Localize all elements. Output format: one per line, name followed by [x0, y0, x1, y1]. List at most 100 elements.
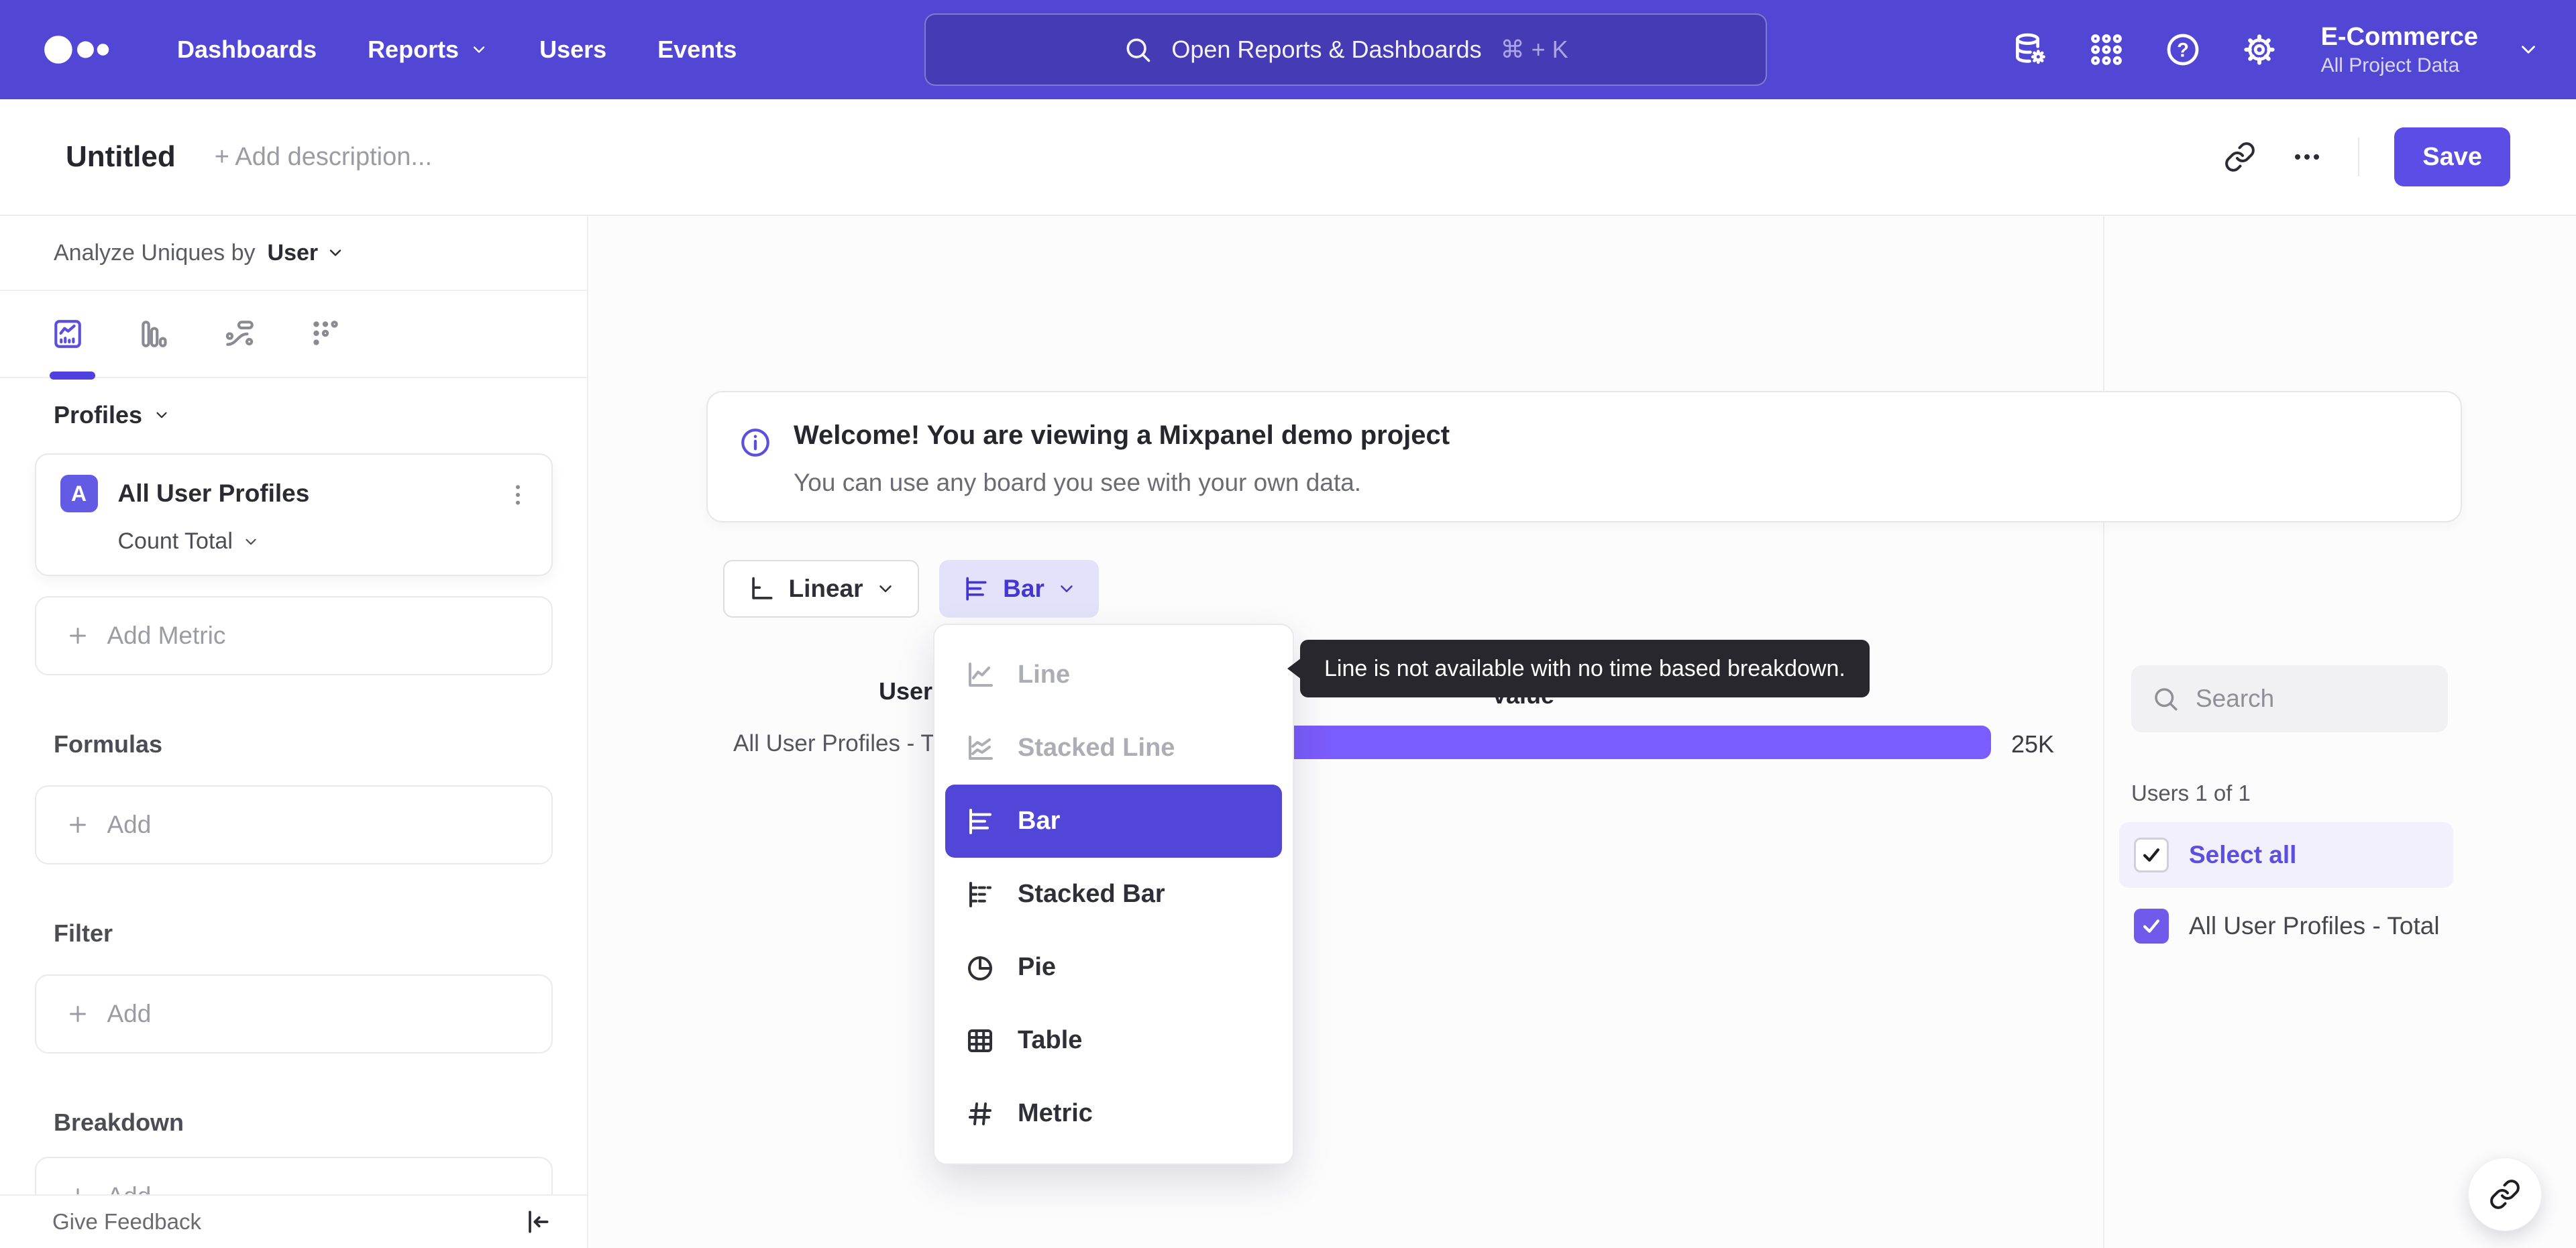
metric-card[interactable]: A All User Profiles Count Total: [34, 453, 553, 576]
pie-chart-icon: [968, 956, 992, 980]
query-builder-sidebar: Analyze Uniques by User Profiles A All U…: [0, 216, 588, 1248]
line-chart-icon: [969, 662, 993, 687]
project-scope: All Project Data: [2320, 54, 2460, 76]
help-icon[interactable]: ?: [2164, 31, 2202, 68]
legend-search-placeholder: Search: [2196, 685, 2275, 712]
chevron-down-icon: [879, 585, 892, 592]
nav-dashboards-label: Dashboards: [177, 36, 317, 63]
menu-item-stacked-bar-label: Stacked Bar: [1018, 880, 1165, 908]
kebab-menu-icon[interactable]: [504, 481, 531, 508]
apps-grid-icon[interactable]: [2088, 31, 2125, 68]
formulas-section-label: Formulas: [54, 730, 163, 758]
nav-reports-label: Reports: [368, 36, 460, 63]
more-options-icon[interactable]: [2291, 141, 2323, 173]
settings-gear-icon[interactable]: [2241, 31, 2278, 68]
chart-type-menu: Line Stacked Line Bar Stacked Bar Pie Ta…: [933, 624, 1294, 1165]
menu-item-pie[interactable]: Pie: [945, 931, 1282, 1004]
banner-subtitle: You can use any board you see with your …: [794, 469, 1362, 496]
project-switcher[interactable]: E-Commerce All Project Data: [2321, 21, 2478, 78]
banner-title: Welcome! You are viewing a Mixpanel demo…: [794, 420, 1450, 450]
plus-icon: [69, 817, 86, 833]
filter-section-label: Filter: [54, 919, 113, 947]
check-icon: [2143, 919, 2160, 933]
menu-item-pie-label: Pie: [1018, 953, 1057, 981]
global-search-placeholder: Open Reports & Dashboards: [1171, 36, 1482, 63]
chevron-down-icon: [1061, 585, 1073, 592]
search-icon: [1126, 38, 1150, 62]
legend-search-input[interactable]: Search: [2131, 665, 2448, 732]
nav-users[interactable]: Users: [539, 36, 606, 64]
report-title[interactable]: Untitled: [66, 140, 176, 174]
metric-name[interactable]: All User Profiles: [118, 479, 310, 508]
save-button[interactable]: Save: [2394, 127, 2510, 186]
menu-item-line-label: Line: [1018, 661, 1071, 689]
profiles-label: Profiles: [54, 401, 143, 429]
tab-retention-icon[interactable]: [309, 317, 342, 351]
analyze-entity-dropdown[interactable]: User: [268, 240, 345, 266]
copy-link-icon[interactable]: [2224, 141, 2256, 173]
breakdown-section-label: Breakdown: [54, 1109, 184, 1136]
legend-count: Users 1 of 1: [2131, 781, 2251, 805]
tab-flows-icon[interactable]: [223, 317, 256, 351]
mixpanel-logo-icon[interactable]: [43, 33, 113, 66]
project-name: E-Commerce: [2320, 22, 2478, 51]
analyze-row: Analyze Uniques by User: [0, 216, 587, 291]
top-nav: Dashboards Reports Users Events Open Rep…: [0, 0, 2576, 99]
tab-insights-icon[interactable]: [51, 317, 85, 351]
disabled-option-tooltip: Line is not available with no time based…: [1300, 640, 1870, 697]
metric-letter-badge: A: [60, 475, 98, 512]
series-checkbox[interactable]: [2134, 909, 2169, 944]
chevron-down-icon: [473, 46, 485, 53]
menu-item-metric-label: Metric: [1018, 1099, 1093, 1127]
add-description-field[interactable]: + Add description...: [215, 143, 432, 172]
add-metric-label: Add Metric: [107, 622, 226, 649]
report-header: Untitled + Add description... Save: [0, 99, 2576, 216]
active-tab-indicator: [50, 372, 95, 380]
analyze-entity-value: User: [267, 239, 319, 266]
link-icon: [2490, 1180, 2520, 1209]
menu-item-table[interactable]: Table: [945, 1004, 1282, 1077]
select-all-row[interactable]: Select all: [2119, 822, 2453, 888]
search-shortcut: ⌘ + K: [1500, 36, 1568, 63]
scale-dropdown-button[interactable]: Linear: [723, 560, 919, 618]
menu-item-stacked-bar[interactable]: Stacked Bar: [945, 858, 1282, 931]
menu-item-bar[interactable]: Bar: [945, 785, 1282, 858]
table-icon: [968, 1029, 992, 1052]
stacked-line-chart-icon: [969, 735, 993, 760]
plus-icon: [69, 628, 86, 644]
analyze-label: Analyze Uniques by: [54, 239, 256, 266]
aggregation-value: Count Total: [117, 528, 233, 554]
nav-events[interactable]: Events: [657, 36, 737, 64]
search-icon: [2155, 688, 2178, 711]
primary-nav: Dashboards Reports Users Events: [177, 36, 737, 64]
select-all-checkbox[interactable]: [2134, 838, 2169, 872]
metric-hash-icon: [969, 1102, 991, 1125]
chart-bar-value: 25K: [2011, 730, 2055, 758]
nav-dashboards[interactable]: Dashboards: [177, 36, 317, 64]
mixpanel-report-builder: Dashboards Reports Users Events Open Rep…: [0, 0, 2576, 1248]
menu-item-metric[interactable]: Metric: [945, 1077, 1282, 1150]
nav-reports[interactable]: Reports: [368, 36, 488, 64]
share-link-fab[interactable]: [2468, 1157, 2542, 1231]
menu-item-stacked-line: Stacked Line: [945, 712, 1282, 785]
data-management-icon[interactable]: [2011, 31, 2049, 68]
add-metric-button[interactable]: Add Metric: [34, 596, 553, 675]
check-icon: [2143, 848, 2160, 862]
legend-series-row[interactable]: All User Profiles - Total: [2119, 896, 2453, 956]
bar-chart-icon: [969, 808, 991, 834]
chart-type-value: Bar: [1003, 575, 1044, 602]
profiles-section-header[interactable]: Profiles: [54, 401, 587, 429]
chevron-down-icon[interactable]: [2517, 38, 2540, 61]
legend-series-label: All User Profiles - Total: [2189, 912, 2440, 940]
chart-type-dropdown-button[interactable]: Bar: [939, 560, 1099, 618]
chevron-down-icon: [156, 412, 167, 418]
add-filter-button[interactable]: Add: [34, 974, 553, 1054]
add-formula-button[interactable]: Add: [34, 785, 553, 864]
global-search[interactable]: Open Reports & Dashboards ⌘ + K: [924, 13, 1767, 86]
tab-funnels-icon[interactable]: [137, 317, 170, 351]
menu-item-stacked-line-label: Stacked Line: [1018, 734, 1175, 762]
nav-events-label: Events: [657, 36, 737, 63]
aggregation-dropdown[interactable]: Count Total: [118, 528, 527, 555]
collapse-sidebar-icon[interactable]: [523, 1207, 552, 1237]
give-feedback-link[interactable]: Give Feedback: [52, 1209, 201, 1235]
